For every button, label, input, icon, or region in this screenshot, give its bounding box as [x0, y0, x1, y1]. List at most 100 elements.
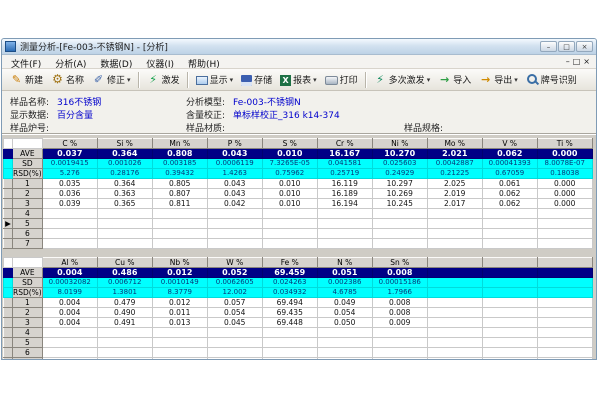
row-label[interactable]: 3 [13, 199, 43, 209]
grid-cell[interactable] [42, 348, 97, 358]
row-label[interactable]: 7 [13, 358, 43, 361]
grid-cell[interactable] [482, 278, 537, 288]
grid-cell[interactable] [152, 219, 207, 229]
grid-cell[interactable] [97, 358, 152, 361]
grid-cell[interactable] [372, 348, 427, 358]
grid-cell[interactable]: 0.000 [537, 149, 592, 159]
row-label[interactable]: 3 [13, 318, 43, 328]
row-label[interactable]: 2 [13, 308, 43, 318]
dropdown-caret-icon[interactable]: ▾ [127, 76, 131, 84]
grid-cell[interactable] [372, 358, 427, 361]
grid-cell[interactable] [42, 338, 97, 348]
grid-cell[interactable] [317, 219, 372, 229]
grid-cell[interactable]: 0.67059 [482, 169, 537, 179]
grid-cell[interactable] [537, 288, 592, 298]
grid-cell[interactable]: 0.39432 [152, 169, 207, 179]
menu-item[interactable]: 文件(F) [4, 59, 48, 71]
toolbar-button-pen[interactable]: 修正▾ [88, 72, 135, 87]
grid-cell[interactable]: 0.009 [372, 318, 427, 328]
menu-item[interactable]: 帮助(H) [181, 59, 227, 71]
grid-cell[interactable] [537, 268, 592, 278]
grid-cell[interactable] [372, 229, 427, 239]
grid-cell[interactable] [427, 348, 482, 358]
grid-cell[interactable] [537, 278, 592, 288]
grid-cell[interactable]: 10.245 [372, 199, 427, 209]
grid-cell[interactable] [427, 229, 482, 239]
minimize-button[interactable]: – [540, 41, 557, 52]
dropdown-caret-icon[interactable]: ▾ [313, 76, 317, 84]
menu-item[interactable]: 数据(D) [93, 59, 139, 71]
grid-cell[interactable]: 5.276 [42, 169, 97, 179]
grid-cell[interactable] [152, 239, 207, 249]
row-label[interactable]: 6 [13, 229, 43, 239]
grid-cell[interactable]: 0.062 [482, 189, 537, 199]
grid-cell[interactable] [97, 348, 152, 358]
grid-cell[interactable]: 10.297 [372, 179, 427, 189]
grid-cell[interactable]: 69.435 [262, 308, 317, 318]
row-label[interactable]: 4 [13, 328, 43, 338]
grid-cell[interactable] [482, 239, 537, 249]
row-label[interactable]: 4 [13, 209, 43, 219]
grid-cell[interactable] [262, 358, 317, 361]
grid-cell[interactable] [537, 239, 592, 249]
grid-cell[interactable] [317, 338, 372, 348]
grid-cell[interactable]: 0.004 [42, 308, 97, 318]
grid-cell[interactable]: 0.0062605 [207, 278, 262, 288]
mdi-restore-button[interactable]: □ [573, 57, 581, 67]
grid-cell[interactable] [317, 328, 372, 338]
grid-cell[interactable] [372, 328, 427, 338]
grid-cell[interactable] [207, 358, 262, 361]
grid-cell[interactable]: 0.21225 [427, 169, 482, 179]
grid-cell[interactable] [207, 219, 262, 229]
grid-cell[interactable] [482, 308, 537, 318]
row-label[interactable]: 6 [13, 348, 43, 358]
toolbar-button-spark[interactable]: 激发 [143, 72, 184, 87]
grid-cell[interactable] [207, 239, 262, 249]
grid-cell[interactable]: 0.036 [42, 189, 97, 199]
grid-cell[interactable]: 0.004 [42, 298, 97, 308]
grid-cell[interactable] [482, 209, 537, 219]
toolbar-button-excel[interactable]: 报表▾ [276, 72, 321, 87]
grid-cell[interactable]: 0.28176 [97, 169, 152, 179]
grid-cell[interactable]: 4.6785 [317, 288, 372, 298]
grid-cell[interactable]: 0.045 [207, 318, 262, 328]
grid-cell[interactable] [317, 348, 372, 358]
grid-cell[interactable] [537, 298, 592, 308]
grid-cell[interactable] [42, 358, 97, 361]
grid-cell[interactable] [537, 308, 592, 318]
grid-cell[interactable] [152, 209, 207, 219]
grid-cell[interactable]: 0.024263 [262, 278, 317, 288]
grid-cell[interactable] [42, 219, 97, 229]
grid-cell[interactable] [262, 209, 317, 219]
grid-cell[interactable]: 0.010 [262, 199, 317, 209]
row-label[interactable]: RSD(%) [13, 169, 43, 179]
grid-cell[interactable] [42, 328, 97, 338]
row-label[interactable]: SD [13, 278, 43, 288]
toolbar-button-gear[interactable]: 名称 [47, 72, 88, 87]
grid-cell[interactable] [482, 348, 537, 358]
grid-cell[interactable] [482, 229, 537, 239]
toolbar-button-magnifier[interactable]: 牌号识别 [522, 72, 581, 87]
grid-cell[interactable]: 0.002386 [317, 278, 372, 288]
grid-cell[interactable]: 16.189 [317, 189, 372, 199]
grid-cell[interactable] [152, 348, 207, 358]
grid-cell[interactable]: 0.051 [317, 268, 372, 278]
row-label[interactable]: 1 [13, 298, 43, 308]
grid-cell[interactable] [372, 338, 427, 348]
grid-cell[interactable]: 0.043 [207, 179, 262, 189]
grid-cell[interactable]: 0.24929 [372, 169, 427, 179]
grid-cell[interactable]: 0.479 [97, 298, 152, 308]
grid-cell[interactable] [482, 328, 537, 338]
row-label[interactable]: 2 [13, 189, 43, 199]
grid-cell[interactable] [482, 358, 537, 361]
grid-cell[interactable]: 0.00015186 [372, 278, 427, 288]
grid-cell[interactable] [262, 328, 317, 338]
grid-cell[interactable]: 0.050 [317, 318, 372, 328]
grid-cell[interactable]: 0.000 [537, 189, 592, 199]
grid-cell[interactable]: 10.269 [372, 189, 427, 199]
grid-cell[interactable]: 1.4263 [207, 169, 262, 179]
grid-cell[interactable]: 0.0006119 [207, 159, 262, 169]
grid-cell[interactable]: 0.18038 [537, 169, 592, 179]
dropdown-caret-icon[interactable]: ▾ [230, 76, 234, 84]
grid-cell[interactable] [427, 209, 482, 219]
